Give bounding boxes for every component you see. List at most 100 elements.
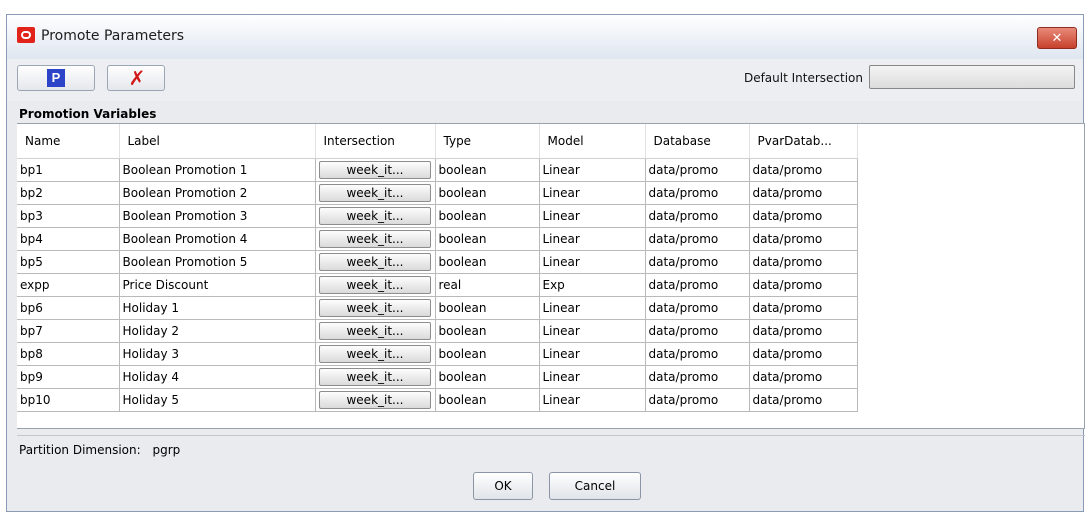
cell-name: bp6 (17, 296, 120, 320)
cell-database: data/promo (645, 319, 750, 343)
cell-database: data/promo (645, 158, 750, 182)
intersection-cell: week_it... (315, 388, 436, 412)
cell-type: boolean (435, 204, 540, 228)
divider (17, 435, 1085, 436)
intersection-button[interactable]: week_it... (319, 207, 431, 225)
column-header[interactable]: Model (539, 124, 646, 159)
column-header[interactable]: Intersection (315, 124, 436, 159)
cell-name: bp1 (17, 158, 120, 182)
column-header[interactable]: Name (17, 124, 120, 159)
default-intersection-button[interactable] (869, 65, 1075, 89)
delete-icon: ✗ (128, 66, 146, 90)
cell-name: bp8 (17, 342, 120, 366)
promote-button[interactable]: P (17, 65, 95, 91)
promote-icon: P (47, 69, 65, 87)
cell-database: data/promo (645, 365, 750, 389)
promote-parameters-dialog: Promote Parameters ✕ P ✗ Default Interse… (6, 14, 1085, 512)
cell-name: bp7 (17, 319, 120, 343)
cell-label: Holiday 3 (119, 342, 316, 366)
table-row[interactable]: expp Price Discount week_it... real Exp data/… (17, 273, 858, 297)
cell-type: boolean (435, 342, 540, 366)
cell-model: Linear (539, 158, 646, 182)
window-title: Promote Parameters (41, 28, 185, 44)
ok-button[interactable]: OK (473, 472, 533, 500)
cell-label: Holiday 1 (119, 296, 316, 320)
cell-model: Linear (539, 388, 646, 412)
cell-database: data/promo (645, 388, 750, 412)
table-row[interactable]: bp4 Boolean Promotion 4 week_it... boolean L… (17, 227, 858, 251)
cancel-button[interactable]: Cancel (549, 472, 641, 500)
intersection-button[interactable]: week_it... (319, 322, 431, 340)
cell-database: data/promo (645, 181, 750, 205)
cell-type: boolean (435, 227, 540, 251)
cell-model: Linear (539, 250, 646, 274)
cell-type: real (435, 273, 540, 297)
intersection-cell: week_it... (315, 227, 436, 251)
table-body: bp1 Boolean Promotion 1 week_it... boolean L… (17, 158, 858, 412)
intersection-button[interactable]: week_it... (319, 230, 431, 248)
column-header[interactable]: PvarDatab... (749, 124, 858, 159)
cell-type: boolean (435, 250, 540, 274)
promotion-variables-table: Name Label Intersection Type Model Database Pv… (17, 124, 858, 412)
delete-button[interactable]: ✗ (107, 65, 165, 91)
cell-pvardb: data/promo (749, 296, 858, 320)
column-header[interactable]: Type (435, 124, 540, 159)
cell-name: bp2 (17, 181, 120, 205)
cell-pvardb: data/promo (749, 319, 858, 343)
cell-name: bp4 (17, 227, 120, 251)
cell-type: boolean (435, 296, 540, 320)
cell-type: boolean (435, 181, 540, 205)
cell-label: Boolean Promotion 1 (119, 158, 316, 182)
intersection-cell: week_it... (315, 204, 436, 228)
intersection-button[interactable]: week_it... (319, 161, 431, 179)
cell-pvardb: data/promo (749, 273, 858, 297)
partition-dimension-label: Partition Dimension: (19, 443, 141, 457)
cell-label: Boolean Promotion 3 (119, 204, 316, 228)
intersection-button[interactable]: week_it... (319, 345, 431, 363)
column-header[interactable]: Label (119, 124, 316, 159)
intersection-button[interactable]: week_it... (319, 276, 431, 294)
cell-pvardb: data/promo (749, 158, 858, 182)
cell-pvardb: data/promo (749, 181, 858, 205)
intersection-button[interactable]: week_it... (319, 368, 431, 386)
partition-dimension-value: pgrp (152, 443, 181, 457)
cell-label: Boolean Promotion 4 (119, 227, 316, 251)
cell-database: data/promo (645, 250, 750, 274)
cell-type: boolean (435, 319, 540, 343)
toolbar: P ✗ Default Intersection (7, 59, 1083, 101)
cell-pvardb: data/promo (749, 342, 858, 366)
cell-type: boolean (435, 388, 540, 412)
cell-name: bp10 (17, 388, 120, 412)
cell-pvardb: data/promo (749, 250, 858, 274)
cell-name: bp5 (17, 250, 120, 274)
table-row[interactable]: bp6 Holiday 1 week_it... boolean Linear data/… (17, 296, 858, 320)
cell-model: Linear (539, 319, 646, 343)
partition-dimension: Partition Dimension: pgrp (19, 443, 180, 457)
table-row[interactable]: bp3 Boolean Promotion 3 week_it... boolean L… (17, 204, 858, 228)
cell-database: data/promo (645, 342, 750, 366)
intersection-cell: week_it... (315, 319, 436, 343)
close-button[interactable]: ✕ (1037, 27, 1077, 49)
intersection-button[interactable]: week_it... (319, 184, 431, 202)
table-row[interactable]: bp10 Holiday 5 week_it... boolean Linear data… (17, 388, 858, 412)
table-row[interactable]: bp2 Boolean Promotion 2 week_it... boolean L… (17, 181, 858, 205)
intersection-cell: week_it... (315, 181, 436, 205)
cell-database: data/promo (645, 296, 750, 320)
intersection-button[interactable]: week_it... (319, 299, 431, 317)
cell-model: Linear (539, 296, 646, 320)
cell-pvardb: data/promo (749, 227, 858, 251)
cell-model: Exp (539, 273, 646, 297)
table-row[interactable]: bp5 Boolean Promotion 5 week_it... boolean L… (17, 250, 858, 274)
column-header[interactable]: Database (645, 124, 750, 159)
intersection-button[interactable]: week_it... (319, 253, 431, 271)
table-row[interactable]: bp1 Boolean Promotion 1 week_it... boolean L… (17, 158, 858, 182)
close-icon: ✕ (1051, 31, 1063, 46)
section-title: Promotion Variables (19, 107, 157, 121)
table-row[interactable]: bp7 Holiday 2 week_it... boolean Linear data/… (17, 319, 858, 343)
intersection-cell: week_it... (315, 158, 436, 182)
cell-model: Linear (539, 365, 646, 389)
table-row[interactable]: bp8 Holiday 3 week_it... boolean Linear data/… (17, 342, 858, 366)
cell-model: Linear (539, 204, 646, 228)
intersection-button[interactable]: week_it... (319, 391, 431, 409)
table-row[interactable]: bp9 Holiday 4 week_it... boolean Linear data/… (17, 365, 858, 389)
